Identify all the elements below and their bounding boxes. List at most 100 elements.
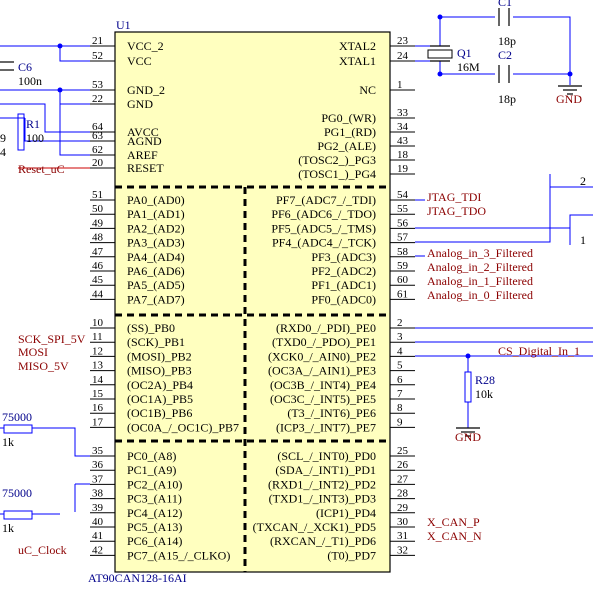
pin-name: PA4_(AD4): [127, 250, 185, 264]
pin-name: PC4_(A12): [127, 506, 182, 520]
pin-number: 45: [92, 274, 104, 286]
pin-number: 14: [92, 374, 104, 386]
pin-name: PA3_(AD3): [127, 236, 185, 250]
net-mosi[interactable]: MOSI: [18, 345, 48, 359]
pin-number: 32: [397, 544, 408, 556]
pin-number: 39: [92, 502, 104, 514]
pin-name: AREF: [127, 148, 158, 162]
pin-number: 22: [92, 93, 103, 105]
net-clock[interactable]: uC_Clock: [18, 543, 67, 557]
net-miso[interactable]: MISO_5V: [18, 359, 69, 373]
pin-number: 8: [397, 402, 403, 414]
pin-name: PF6_(ADC6_/_TDO): [271, 207, 376, 221]
net-tdo[interactable]: JTAG_TDO: [427, 204, 486, 218]
pin-name: RESET: [127, 161, 164, 175]
pin-number: 43: [397, 135, 409, 147]
r28-ref: R28: [475, 373, 495, 387]
c1-ref: C1: [498, 0, 512, 9]
pin-name: PG1_(RD): [324, 125, 376, 139]
pin-number: 49: [92, 217, 104, 229]
pin-name: (SCK)_PB1: [127, 335, 185, 349]
pin-number: 1: [397, 79, 403, 91]
r4-prefix: 75000: [2, 410, 32, 424]
pin-number: 10: [92, 317, 104, 329]
pin-name: PA5_(AD5): [127, 278, 185, 292]
resistor-r1[interactable]: R1 100 9 4: [0, 113, 44, 159]
r1-left-digit-2: 4: [0, 145, 6, 159]
pin-name: VCC: [127, 54, 152, 68]
pin-number: 18: [397, 149, 409, 161]
pin-number: 50: [92, 203, 104, 215]
pin-number: 51: [92, 189, 103, 201]
pin-name: (OC1B)_PB6: [127, 406, 192, 420]
pin-number: 48: [92, 232, 104, 244]
net-cs[interactable]: CS_Digital_In_1: [498, 344, 580, 358]
pin-number: 59: [397, 260, 409, 272]
pin-name: (RXD1_/_INT2)_PD2: [268, 477, 376, 491]
pin-name: PG2_(ALE): [317, 139, 376, 153]
pin-name: PC1_(A9): [127, 463, 176, 477]
net-tdi[interactable]: JTAG_TDI: [427, 190, 481, 204]
c2-value: 18p: [498, 92, 516, 106]
pin-name: PF3_(ADC3): [311, 250, 376, 264]
pin-number: 38: [92, 488, 104, 500]
pin-name: (RXCAN_/_T1)_PD6: [270, 534, 376, 548]
pin-name: PC2_(A10): [127, 477, 182, 491]
pin-number: 37: [92, 473, 104, 485]
net-an1[interactable]: Analog_in_1_Filtered: [427, 274, 533, 288]
pin-number: 6: [397, 374, 403, 386]
pin-number: 27: [397, 473, 409, 485]
pin-number: 24: [397, 50, 409, 62]
pin-name: PF1_(ADC1): [311, 278, 376, 292]
pin-name: (TXCAN_/_XCK1)_PD5: [253, 520, 376, 534]
pin-number: 41: [92, 530, 103, 542]
pin-name: (TXD1_/_INT3)_PD3: [269, 492, 376, 506]
net-an2[interactable]: Analog_in_2_Filtered: [427, 260, 533, 274]
pin-number: 19: [397, 163, 409, 175]
gnd-label-2: GND: [455, 430, 481, 444]
pin-number: 5: [397, 360, 403, 372]
r1-value: 100: [26, 131, 44, 145]
pin-name: PA7_(AD7): [127, 292, 185, 306]
pin-name: (OC3B_/_INT4)_PE4: [270, 378, 376, 392]
pin-number: 20: [92, 157, 104, 169]
pin-name: (OC2A)_PB4: [127, 378, 193, 392]
pin-number: 2: [397, 317, 403, 329]
net-an3[interactable]: Analog_in_3_Filtered: [427, 246, 533, 260]
net-reset[interactable]: Reset_uC: [18, 162, 65, 176]
pin-number: 28: [397, 488, 409, 500]
pin-name: PC3_(A11): [127, 492, 182, 506]
net-an0[interactable]: Analog_in_0_Filtered: [427, 288, 533, 302]
pin-number: 60: [397, 274, 409, 286]
pin-name: (OC3C_/_INT5)_PE5: [270, 392, 376, 406]
pin-name: (RXD0_/_PDI)_PE0: [276, 321, 376, 335]
pin-number: 4: [397, 345, 403, 357]
pin-number: 15: [92, 388, 104, 400]
pin-name: PA0_(AD0): [127, 193, 185, 207]
pin-name: PC6_(A14): [127, 534, 182, 548]
c6-value: 100n: [18, 74, 42, 88]
pin-name: PC5_(A13): [127, 520, 182, 534]
net-cann[interactable]: X_CAN_N: [427, 529, 482, 543]
pin-name: (TXD0_/_PDO)_PE1: [272, 335, 376, 349]
net-sck[interactable]: SCK_SPI_5V: [18, 332, 86, 346]
pin-number: 44: [92, 288, 104, 300]
pin-name: (MOSI)_PB2: [127, 349, 192, 363]
c2-ref: C2: [498, 48, 512, 62]
pin-name: (ICP1)_PD4: [316, 506, 376, 520]
pin-name: GND: [127, 97, 153, 111]
pin-name: PF7_(ADC7_/_TDI): [276, 193, 376, 207]
pin-number: 35: [92, 445, 104, 457]
ic-designator: U1: [116, 18, 131, 32]
pin-name: (T0)_PD7: [327, 548, 376, 562]
net-canp[interactable]: X_CAN_P: [427, 515, 480, 529]
pin-number: 46: [92, 260, 104, 272]
pin-number: 47: [92, 246, 104, 258]
pin-name: PA1_(AD1): [127, 207, 185, 221]
pin-number: 17: [92, 416, 104, 428]
pin-name: (SS)_PB0: [127, 321, 175, 335]
capacitor-c6[interactable]: C6 100n: [0, 60, 42, 88]
pin-number: 30: [397, 516, 409, 528]
pin-name: (XCK0_/_AIN0)_PE2: [268, 349, 376, 363]
pin-number: 53: [92, 79, 104, 91]
